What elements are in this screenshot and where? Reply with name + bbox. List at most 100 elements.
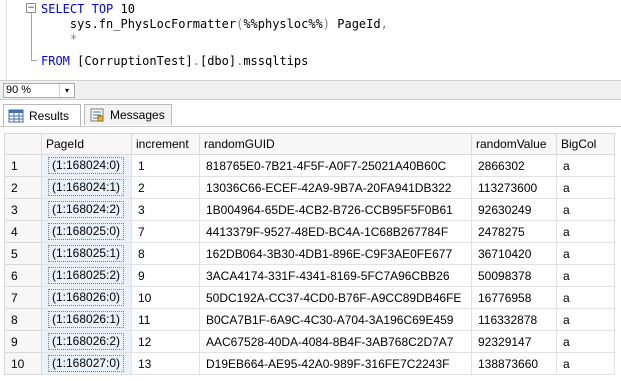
table-cell[interactable]: 92329147 xyxy=(471,330,557,353)
cell-pageid[interactable]: (1:168027:0) xyxy=(41,352,132,375)
table-cell[interactable]: a xyxy=(556,242,615,265)
table-cell[interactable]: 2 xyxy=(131,176,200,199)
table-cell[interactable]: 1 xyxy=(131,154,200,177)
table-cell[interactable]: 92630249 xyxy=(471,198,557,221)
table-row[interactable]: 5 (1:168025:1) 8 162DB064-3B30-4DB1-896E-C9… xyxy=(4,242,615,265)
table-cell[interactable]: a xyxy=(556,264,615,287)
table-cell[interactable]: 8 xyxy=(131,242,200,265)
table-cell[interactable]: 50098378 xyxy=(471,264,557,287)
row-number[interactable]: 6 xyxy=(4,264,42,287)
code-token: [CorruptionTest] xyxy=(69,54,193,68)
grid-header-row: PageId increment randomGUID randomValue BigC… xyxy=(4,133,615,155)
table-cell[interactable]: 12 xyxy=(131,330,200,353)
cell-pageid[interactable]: (1:168025:2) xyxy=(41,264,132,287)
row-number[interactable]: 9 xyxy=(4,330,42,353)
column-header[interactable]: PageId xyxy=(41,133,132,155)
cell-pageid[interactable]: (1:168025:0) xyxy=(41,220,132,243)
table-cell[interactable]: 818765E0-7B21-4F5F-A0F7-25021A40B60C xyxy=(199,154,472,177)
tab-results-label: Results xyxy=(29,108,70,123)
code-token: * xyxy=(69,32,78,46)
code-line[interactable]: FROM [CorruptionTest].[dbo].mssqltips xyxy=(41,54,308,69)
chevron-down-icon[interactable]: ▾ xyxy=(59,84,74,97)
editor-margin xyxy=(0,0,7,80)
table-cell[interactable]: a xyxy=(556,220,615,243)
cell-pageid[interactable]: (1:168024:0) xyxy=(41,154,132,177)
table-cell[interactable]: a xyxy=(556,154,615,177)
table-cell[interactable]: a xyxy=(556,308,615,331)
table-cell[interactable]: 11 xyxy=(131,308,200,331)
cell-pageid[interactable]: (1:168024:2) xyxy=(41,198,132,221)
row-number[interactable]: 5 xyxy=(4,242,42,265)
code-token: TOP xyxy=(91,2,114,16)
grid-corner[interactable] xyxy=(4,133,42,155)
row-number[interactable]: 8 xyxy=(4,308,42,331)
tab-messages[interactable]: Messages xyxy=(84,104,172,125)
code-line[interactable]: * xyxy=(41,32,77,47)
code-token: . xyxy=(192,54,200,68)
row-number[interactable]: 3 xyxy=(4,198,42,221)
table-row[interactable]: 2 (1:168024:1) 2 13036C66-ECEF-42A9-9B7A-20… xyxy=(4,176,615,199)
table-cell[interactable]: 36710420 xyxy=(471,242,557,265)
row-number[interactable]: 2 xyxy=(4,176,42,199)
table-cell[interactable]: 2866302 xyxy=(471,154,557,177)
column-header[interactable]: randomGUID xyxy=(199,133,472,155)
cell-pageid[interactable]: (1:168026:2) xyxy=(41,330,132,353)
table-row[interactable]: 6 (1:168025:2) 9 3ACA4174-331F-4341-8169-5F… xyxy=(4,264,615,287)
code-token: sys.fn_PhysLocFormatter xyxy=(41,17,237,31)
zoom-select[interactable]: 90 % ▾ xyxy=(3,83,75,98)
tab-results[interactable]: Results xyxy=(3,104,81,126)
table-cell[interactable]: AAC67528-40DA-4084-8B4F-3AB768C2D7A7 xyxy=(199,330,472,353)
code-token: mssqltips xyxy=(243,54,309,68)
row-number[interactable]: 1 xyxy=(4,154,42,177)
row-number[interactable]: 7 xyxy=(4,286,42,309)
table-cell[interactable]: 3ACA4174-331F-4341-8169-5FC7A96CBB26 xyxy=(199,264,472,287)
table-cell[interactable]: 16776958 xyxy=(471,286,557,309)
row-number[interactable]: 10 xyxy=(4,352,42,375)
column-header[interactable]: randomValue xyxy=(471,133,557,155)
table-cell[interactable]: a xyxy=(556,176,615,199)
cell-pageid[interactable]: (1:168025:1) xyxy=(41,242,132,265)
cell-pageid[interactable]: (1:168026:0) xyxy=(41,286,132,309)
table-cell[interactable]: B0CA7B1F-6A9C-4C30-A704-3A196C69E459 xyxy=(199,308,472,331)
table-cell[interactable]: 3 xyxy=(131,198,200,221)
column-header[interactable]: increment xyxy=(131,133,200,155)
table-cell[interactable]: a xyxy=(556,352,615,375)
table-row[interactable]: 4 (1:168025:0) 7 4413379F-9527-48ED-BC4A-1C… xyxy=(4,220,615,243)
code-token: PageId xyxy=(330,17,381,31)
cell-pageid[interactable]: (1:168024:1) xyxy=(41,176,132,199)
table-row[interactable]: 7 (1:168026:0) 10 50DC192A-CC37-4CD0-B76F-A… xyxy=(4,286,615,309)
table-cell[interactable]: 10 xyxy=(131,286,200,309)
table-row[interactable]: 8 (1:168026:1) 11 B0CA7B1F-6A9C-4C30-A704-3… xyxy=(4,308,615,331)
table-row[interactable]: 3 (1:168024:2) 3 1B004964-65DE-4CB2-B726-CC… xyxy=(4,198,615,221)
table-cell[interactable]: a xyxy=(556,286,615,309)
table-cell[interactable]: 162DB064-3B30-4DB1-896E-C9F3AE0FE677 xyxy=(199,242,472,265)
code-token: ) xyxy=(322,17,331,31)
table-cell[interactable]: 13 xyxy=(131,352,200,375)
table-row[interactable]: 1 (1:168024:0) 1 818765E0-7B21-4F5F-A0F7-25… xyxy=(4,154,615,177)
row-number[interactable]: 4 xyxy=(4,220,42,243)
table-cell[interactable]: a xyxy=(556,330,615,353)
query-editor[interactable]: − SELECT TOP 10 sys.fn_PhysLocFormatter(… xyxy=(0,0,621,80)
table-cell[interactable]: 50DC192A-CC37-4CD0-B76F-A9CC89DB46FE xyxy=(199,286,472,309)
code-line[interactable]: SELECT TOP 10 xyxy=(41,2,135,17)
table-cell[interactable]: 4413379F-9527-48ED-BC4A-1C68B267784F xyxy=(199,220,472,243)
table-cell[interactable]: 9 xyxy=(131,264,200,287)
table-cell[interactable]: 138873660 xyxy=(471,352,557,375)
table-cell[interactable]: 113273600 xyxy=(471,176,557,199)
collapse-toggle-icon[interactable]: − xyxy=(26,3,36,13)
table-cell[interactable]: a xyxy=(556,198,615,221)
code-token: SELECT xyxy=(41,2,85,16)
code-line[interactable]: sys.fn_PhysLocFormatter(%%physloc%%) Pag… xyxy=(41,17,388,32)
messages-icon xyxy=(89,108,105,122)
table-cell[interactable]: 7 xyxy=(131,220,200,243)
table-cell[interactable]: 116332878 xyxy=(471,308,557,331)
table-row[interactable]: 9 (1:168026:2) 12 AAC67528-40DA-4084-8B4F-3… xyxy=(4,330,615,353)
column-header[interactable]: BigCol xyxy=(556,133,615,155)
table-cell[interactable]: 13036C66-ECEF-42A9-9B7A-20FA941DB322 xyxy=(199,176,472,199)
table-cell[interactable]: 1B004964-65DE-4CB2-B726-CCB95F5F0B61 xyxy=(199,198,472,221)
cell-pageid[interactable]: (1:168026:1) xyxy=(41,308,132,331)
table-cell[interactable]: D19EB664-AE95-42A0-989F-316FE7C2243F xyxy=(199,352,472,375)
cell-value: (1:168024:1) xyxy=(48,179,125,196)
table-row[interactable]: 10 (1:168027:0) 13 D19EB664-AE95-42A0-989F-… xyxy=(4,352,615,375)
table-cell[interactable]: 2478275 xyxy=(471,220,557,243)
